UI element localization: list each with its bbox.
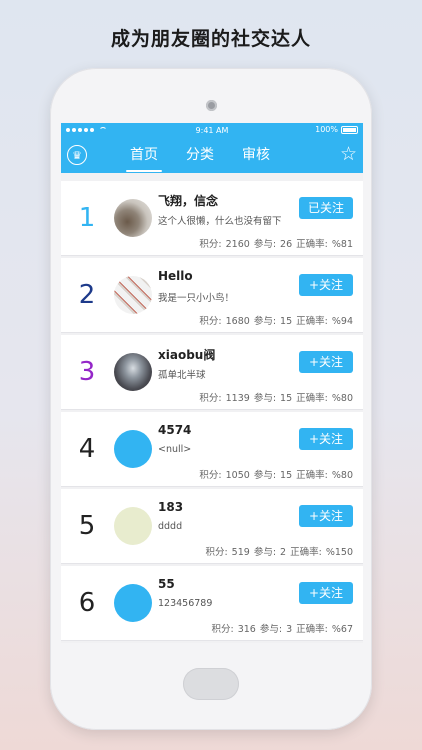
- avatar[interactable]: [114, 584, 152, 622]
- follow-button[interactable]: 已关注: [299, 197, 353, 219]
- user-stats: 积分: 316 参与: 3 正确率: %67: [211, 624, 354, 635]
- user-stats: 积分: 1139 参与: 15 正确率: %80: [199, 393, 353, 404]
- user-bio: 这个人很懒，什么也没有留下: [158, 216, 282, 227]
- rank-number: 3: [78, 357, 96, 387]
- tab-category[interactable]: 分类: [186, 139, 214, 173]
- user-name[interactable]: 4574: [158, 423, 191, 437]
- rank-number: 4: [78, 434, 96, 464]
- user-name[interactable]: 飞翔，信念: [158, 192, 218, 209]
- app-screen: 9:41 AM 100% ♛ 首页 分类 审核 ☆ 1 飞翔，信念 这个人很懒，…: [61, 123, 363, 643]
- rank-number: 1: [78, 203, 96, 233]
- star-icon[interactable]: ☆: [340, 143, 357, 165]
- user-bio: 我是一只小小鸟！: [158, 293, 235, 304]
- user-bio: 123456789: [158, 598, 213, 609]
- user-stats: 积分: 1050 参与: 15 正确率: %80: [199, 470, 353, 481]
- rank-number: 5: [78, 511, 96, 541]
- follow-button[interactable]: +关注: [299, 428, 353, 450]
- battery-icon: [341, 125, 358, 134]
- list-item[interactable]: 6 55 123456789 +关注 积分: 316 参与: 3 正确率: %6…: [61, 566, 363, 641]
- trophy-icon[interactable]: ♛: [67, 145, 87, 165]
- user-stats: 积分: 1680 参与: 15 正确率: %94: [199, 316, 353, 327]
- user-name[interactable]: 55: [158, 577, 175, 591]
- list-item[interactable]: 1 飞翔，信念 这个人很懒，什么也没有留下 已关注 积分: 2160 参与: 2…: [61, 181, 363, 256]
- user-bio: <null>: [158, 444, 192, 455]
- user-bio: dddd: [158, 521, 183, 532]
- user-stats: 积分: 519 参与: 2 正确率: %150: [205, 547, 353, 558]
- top-nav: ♛ 首页 分类 审核 ☆: [61, 139, 363, 173]
- list-item[interactable]: 3 xiaobu阀 孤单北半球 +关注 积分: 1139 参与: 15 正确率:…: [61, 335, 363, 410]
- phone-camera: [206, 100, 217, 111]
- headline: 成为朋友圈的社交达人: [110, 28, 311, 50]
- follow-button[interactable]: +关注: [299, 505, 353, 527]
- battery-percent: 100%: [315, 125, 338, 134]
- follow-button[interactable]: +关注: [299, 351, 353, 373]
- avatar[interactable]: [114, 353, 152, 391]
- status-bar: 9:41 AM 100%: [61, 123, 363, 139]
- list-item[interactable]: 2 Hello 我是一只小小鸟！ +关注 积分: 1680 参与: 15 正确率…: [61, 258, 363, 333]
- user-name[interactable]: Hello: [158, 269, 193, 283]
- list-item[interactable]: 5 183 dddd +关注 积分: 519 参与: 2 正确率: %150: [61, 489, 363, 564]
- user-bio: 孤单北半球: [158, 370, 206, 381]
- rank-number: 6: [78, 588, 96, 618]
- list-item[interactable]: 4 4574 <null> +关注 积分: 1050 参与: 15 正确率: %…: [61, 412, 363, 487]
- home-button[interactable]: [183, 668, 239, 700]
- user-name[interactable]: 183: [158, 500, 183, 514]
- user-stats: 积分: 2160 参与: 26 正确率: %81: [199, 239, 353, 250]
- nav-tabs: 首页 分类 审核: [126, 139, 270, 173]
- ranking-list: 1 飞翔，信念 这个人很懒，什么也没有留下 已关注 积分: 2160 参与: 2…: [61, 173, 363, 643]
- follow-button[interactable]: +关注: [299, 582, 353, 604]
- avatar[interactable]: [114, 430, 152, 468]
- follow-button[interactable]: +关注: [299, 274, 353, 296]
- tab-home[interactable]: 首页: [126, 139, 162, 173]
- tab-review[interactable]: 审核: [242, 139, 270, 173]
- avatar[interactable]: [114, 276, 152, 314]
- avatar[interactable]: [114, 507, 152, 545]
- avatar[interactable]: [114, 199, 152, 237]
- rank-number: 2: [78, 280, 96, 310]
- user-name[interactable]: xiaobu阀: [158, 346, 215, 363]
